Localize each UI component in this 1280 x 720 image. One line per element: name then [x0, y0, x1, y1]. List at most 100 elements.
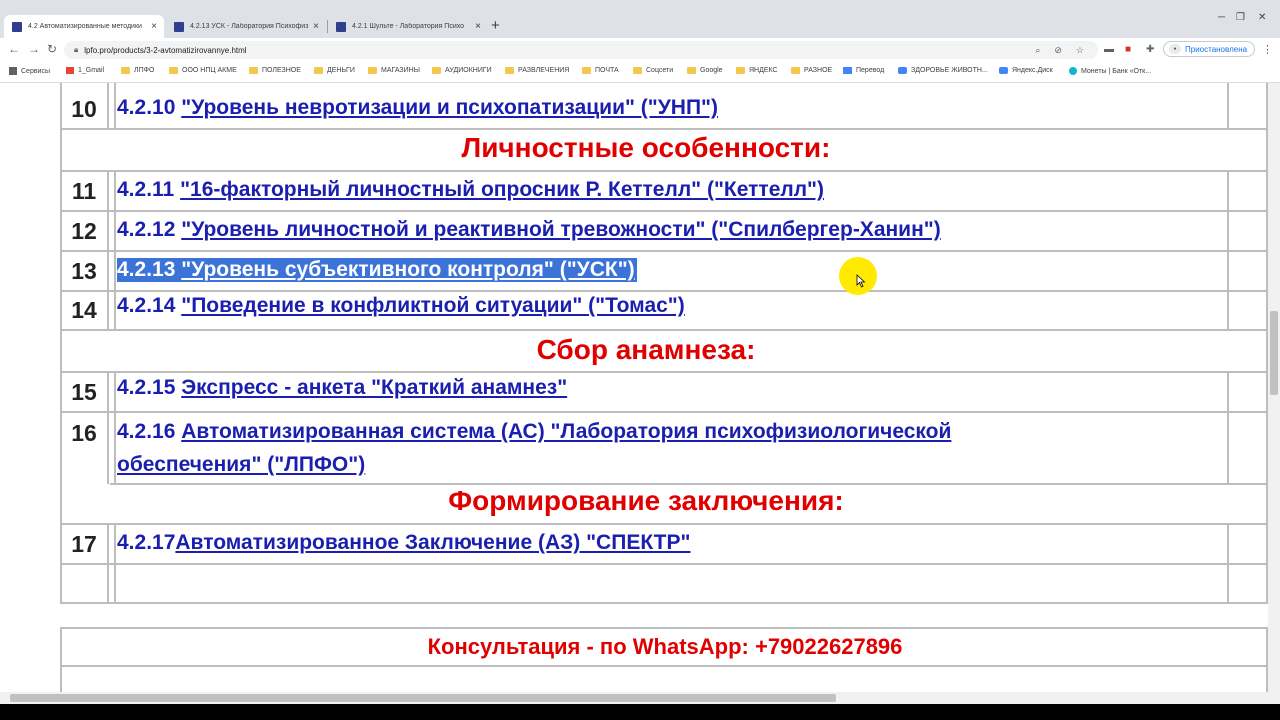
coin-icon: [1069, 67, 1077, 75]
bottom-bar: [0, 704, 1280, 720]
page-content: 10 4.2.10 "Уровень невротизации и психоп…: [0, 83, 1268, 692]
item-code: 4.2.14: [117, 294, 176, 317]
table-border: [60, 665, 1268, 667]
item-link[interactable]: Автоматизированная система (АС) "Лаборат…: [181, 420, 951, 443]
extension-icon[interactable]: ▬: [1104, 44, 1114, 55]
item-code: 4.2.16: [117, 420, 176, 443]
row-number: 12: [71, 218, 97, 244]
horizontal-scrollbar[interactable]: [0, 692, 1280, 704]
bookmark-item[interactable]: Соцсети: [633, 67, 673, 74]
close-tab-icon[interactable]: ×: [148, 21, 160, 32]
row-number: 17: [71, 531, 97, 557]
bookmark-item[interactable]: ПОЛЕЗНОЕ: [249, 67, 301, 74]
table-row[interactable]: 4.2.17Автоматизированное Заключение (АЗ)…: [117, 531, 690, 555]
translate-icon: [843, 67, 852, 74]
item-code: 4.2.13: [117, 258, 176, 281]
table-row[interactable]: 4.2.10 "Уровень невротизации и психопати…: [117, 96, 718, 120]
consultation-text[interactable]: Консультация - по WhatsApp: +79022627896: [62, 634, 1268, 660]
item-code: 4.2.15: [117, 376, 176, 399]
bookmark-item[interactable]: ООО НПЦ АКМЕ: [169, 67, 237, 74]
folder-icon: [314, 67, 323, 74]
restore-icon[interactable]: ❐: [1236, 12, 1245, 23]
tab-2[interactable]: 4.2.13 УСК - Лаборатория Психофиз ×: [166, 15, 326, 38]
item-link[interactable]: Экспресс - анкета "Краткий анамнез": [181, 376, 567, 399]
bookmark-item[interactable]: Перевод: [843, 67, 884, 74]
profile-button[interactable]: ● Приостановлена: [1163, 41, 1256, 57]
table-row[interactable]: 4.2.16 Автоматизированная система (АС) "…: [117, 420, 951, 444]
apps-grid-icon: [9, 67, 17, 75]
item-link[interactable]: Автоматизированное Заключение (АЗ) "СПЕК…: [175, 531, 690, 554]
close-tab-icon[interactable]: ×: [310, 21, 322, 32]
bookmark-item[interactable]: АУДИОКНИГИ: [432, 67, 492, 74]
item-link[interactable]: "Уровень личностной и реактивной тревожн…: [181, 218, 941, 241]
bookmark-item[interactable]: ДЕНЬГИ: [314, 67, 355, 74]
table-border: [60, 602, 1268, 604]
address-bar[interactable]: 🔒︎ lpfo.pro/products/3-2-avtomatizirovan…: [64, 41, 1098, 59]
table-row-continuation[interactable]: обеспечения" ("ЛПФО"): [117, 453, 365, 477]
bookmark-item[interactable]: Сервисы: [9, 67, 50, 75]
tab-3[interactable]: 4.2.1 Шульте - Лаборатория Психо ×: [328, 15, 488, 38]
item-link[interactable]: "Поведение в конфликтной ситуации" ("Том…: [181, 294, 685, 317]
back-icon[interactable]: ←: [8, 42, 20, 56]
bookmark-item[interactable]: 1_Gmail: [66, 67, 104, 74]
bookmark-item[interactable]: Яндекс.Диск: [999, 67, 1053, 74]
table-border: [60, 523, 1268, 525]
bookmark-item[interactable]: ПОЧТА: [582, 67, 619, 74]
item-link[interactable]: "Уровень субъективного контроля" ("УСК"): [181, 258, 634, 281]
mouse-pointer-icon: [856, 274, 866, 288]
table-border: [60, 250, 1268, 252]
forward-icon[interactable]: →: [28, 42, 40, 56]
close-window-icon[interactable]: ✕: [1258, 12, 1266, 23]
table-border: [60, 371, 1268, 373]
item-code: 4.2.10: [117, 96, 176, 119]
table-row[interactable]: 4.2.15 Экспресс - анкета "Краткий анамне…: [117, 376, 567, 400]
bookmark-item[interactable]: Google: [687, 67, 723, 74]
table-border: [107, 371, 109, 484]
table-border: [1227, 83, 1229, 128]
bookmark-item[interactable]: ЗДОРОВЬЕ ЖИВОТН...: [898, 67, 988, 74]
row-number: 14: [71, 297, 97, 323]
section-heading: Формирование заключения:: [448, 485, 844, 516]
table-border: [114, 371, 116, 484]
bookmarks-bar: Сервисы 1_Gmail ЛПФО ООО НПЦ АКМЕ ПОЛЕЗН…: [0, 62, 1280, 83]
tracking-blocked-icon[interactable]: ⊘: [1054, 45, 1062, 56]
bookmark-item[interactable]: ЯНДЕКС: [736, 67, 778, 74]
close-tab-icon[interactable]: ×: [472, 21, 484, 32]
table-row[interactable]: 4.2.14 "Поведение в конфликтной ситуации…: [117, 294, 685, 318]
item-link[interactable]: "16-факторный личностный опросник Р. Кет…: [180, 178, 824, 201]
item-link[interactable]: обеспечения" ("ЛПФО"): [117, 453, 365, 476]
bookmark-star-icon[interactable]: ☆: [1076, 45, 1084, 56]
bookmark-item[interactable]: ЛПФО: [121, 67, 154, 74]
lock-icon: 🔒︎: [74, 45, 79, 54]
zoom-icon[interactable]: ⌕: [1035, 45, 1040, 56]
bookmark-item[interactable]: РАЗВЛЕЧЕНИЯ: [505, 67, 569, 74]
extensions-puzzle-icon[interactable]: ✚: [1146, 44, 1154, 55]
minimize-icon[interactable]: ─: [1218, 12, 1225, 23]
table-border: [60, 563, 1268, 565]
new-tab-button[interactable]: +: [491, 17, 500, 34]
table-row-selected[interactable]: 4.2.13 "Уровень субъективного контроля" …: [117, 258, 637, 282]
table-border: [60, 411, 1268, 413]
table-border: [60, 210, 1268, 212]
folder-icon: [736, 67, 745, 74]
item-link[interactable]: "Уровень невротизации и психопатизации" …: [181, 96, 718, 119]
table-row[interactable]: 4.2.11 "16-факторный личностный опросник…: [117, 178, 824, 202]
vertical-scroll-thumb[interactable]: [1270, 311, 1278, 395]
site-favicon-icon: [174, 21, 184, 32]
bookmark-item[interactable]: МАГАЗИНЫ: [368, 67, 420, 74]
folder-icon: [633, 67, 642, 74]
table-row[interactable]: 4.2.12 "Уровень личностной и реактивной …: [117, 218, 941, 242]
bookmark-item[interactable]: Монеты | Банк «Отк...: [1069, 67, 1151, 75]
bookmark-item[interactable]: РАЗНОЕ: [791, 67, 832, 74]
tab-strip: 4.2 Автоматизированные методики × 4.2.13…: [0, 0, 1280, 38]
item-code: 4.2.12: [117, 218, 176, 241]
row-number: 13: [71, 258, 97, 284]
pdf-extension-icon[interactable]: ■: [1125, 44, 1131, 55]
tab-active[interactable]: 4.2 Автоматизированные методики ×: [4, 15, 164, 38]
menu-icon[interactable]: ⋮: [1262, 43, 1273, 56]
reload-icon[interactable]: ↻: [47, 42, 57, 56]
item-code: 4.2.17: [117, 531, 176, 554]
vertical-scrollbar[interactable]: [1268, 83, 1280, 692]
horizontal-scroll-thumb[interactable]: [10, 694, 836, 702]
tab-title: 4.2.1 Шульте - Лаборатория Психо: [352, 23, 465, 30]
